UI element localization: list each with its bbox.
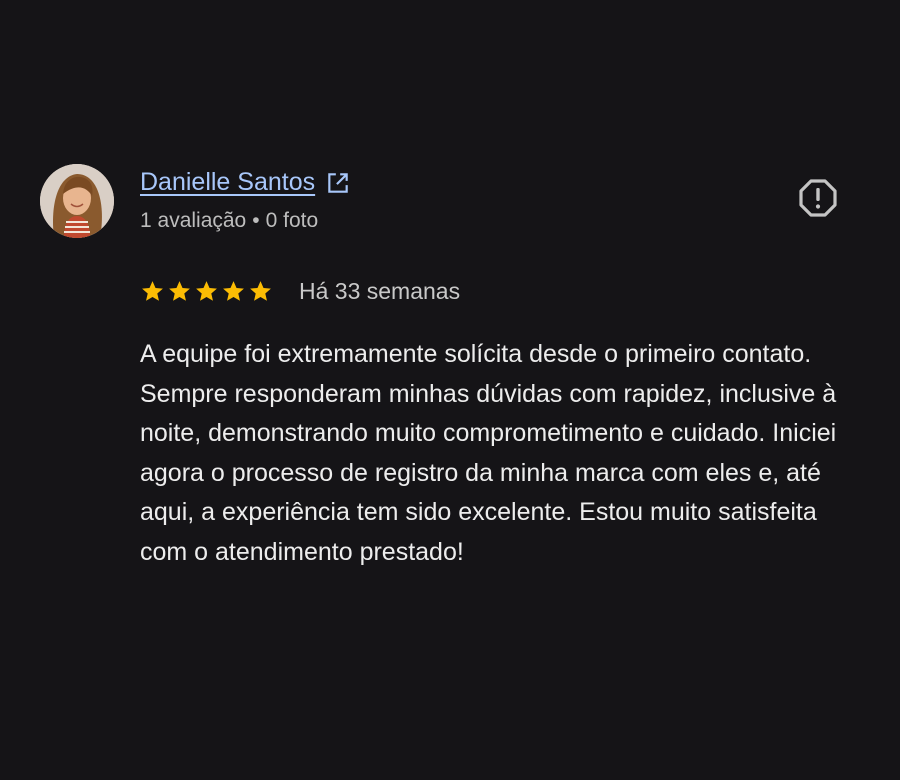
review-text: A equipe foi extremamente solícita desde… [140,340,837,566]
author-row: Danielle Santos [140,168,351,197]
review-count: 1 avaliação [140,209,247,232]
meta-separator: • [252,209,260,232]
star-icon [194,279,219,304]
avatar-image [40,164,114,238]
external-link-icon[interactable] [325,170,351,196]
star-rating [140,279,273,304]
report-flag-icon[interactable] [798,178,838,218]
star-icon [221,279,246,304]
avatar[interactable] [40,164,114,238]
review-time: Há 33 semanas [299,278,461,304]
star-icon [248,279,273,304]
rating-row: Há 33 semanas [140,278,460,305]
star-icon [140,279,165,304]
photo-count: 0 foto [265,209,319,232]
author-meta: 1 avaliação • 0 foto [140,209,318,233]
author-name-link[interactable]: Danielle Santos [140,168,315,197]
star-icon [167,279,192,304]
